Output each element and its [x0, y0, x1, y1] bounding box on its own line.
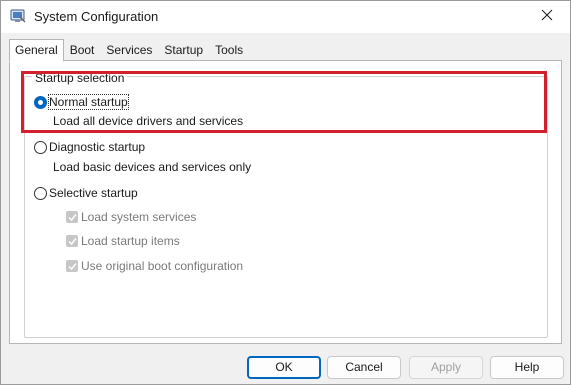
- tab-tools[interactable]: Tools: [209, 39, 249, 61]
- diagnostic-startup-option[interactable]: Diagnostic startup: [34, 140, 145, 154]
- normal-startup-description: Load all device drivers and services: [53, 114, 244, 128]
- load-startup-items-checkbox: [66, 235, 78, 247]
- normal-startup-option[interactable]: Normal startup: [34, 94, 129, 110]
- tab-boot[interactable]: Boot: [64, 39, 101, 61]
- startup-selection-legend: Startup selection: [32, 71, 128, 85]
- use-original-boot-config-label: Use original boot configuration: [81, 259, 244, 273]
- tab-startup[interactable]: Startup: [158, 39, 209, 61]
- selective-startup-option[interactable]: Selective startup: [34, 186, 138, 200]
- load-startup-items-option: Load startup items: [66, 234, 180, 248]
- selective-startup-radio[interactable]: [34, 186, 47, 200]
- close-icon: [541, 9, 553, 24]
- general-tab-panel: Startup selection Normal startup Load al…: [9, 60, 562, 344]
- apply-button[interactable]: Apply: [409, 356, 483, 379]
- diagnostic-startup-label[interactable]: Diagnostic startup: [49, 140, 145, 154]
- load-startup-items-label: Load startup items: [81, 234, 180, 248]
- use-original-boot-config-checkbox: [66, 260, 78, 272]
- use-original-boot-config-option: Use original boot configuration: [66, 259, 243, 273]
- msconfig-app-icon: [10, 8, 26, 24]
- tab-services[interactable]: Services: [100, 39, 158, 61]
- system-configuration-window: System Configuration General Boot Servic…: [0, 0, 571, 385]
- tab-strip: General Boot Services Startup Tools: [9, 39, 249, 62]
- diagnostic-startup-radio[interactable]: [34, 140, 47, 154]
- close-button[interactable]: [524, 1, 570, 31]
- normal-startup-label[interactable]: Normal startup: [48, 94, 129, 110]
- diagnostic-startup-description: Load basic devices and services only: [53, 160, 252, 174]
- title-bar: System Configuration: [1, 1, 570, 33]
- window-title: System Configuration: [34, 9, 159, 24]
- normal-startup-radio[interactable]: [34, 95, 47, 109]
- help-button[interactable]: Help: [490, 356, 564, 379]
- load-system-services-label: Load system services: [81, 210, 197, 224]
- ok-button[interactable]: OK: [247, 356, 321, 379]
- load-system-services-checkbox: [66, 211, 78, 223]
- selective-startup-label[interactable]: Selective startup: [49, 186, 138, 200]
- cancel-button[interactable]: Cancel: [327, 356, 401, 379]
- load-system-services-option: Load system services: [66, 210, 196, 224]
- tab-general[interactable]: General: [9, 39, 64, 62]
